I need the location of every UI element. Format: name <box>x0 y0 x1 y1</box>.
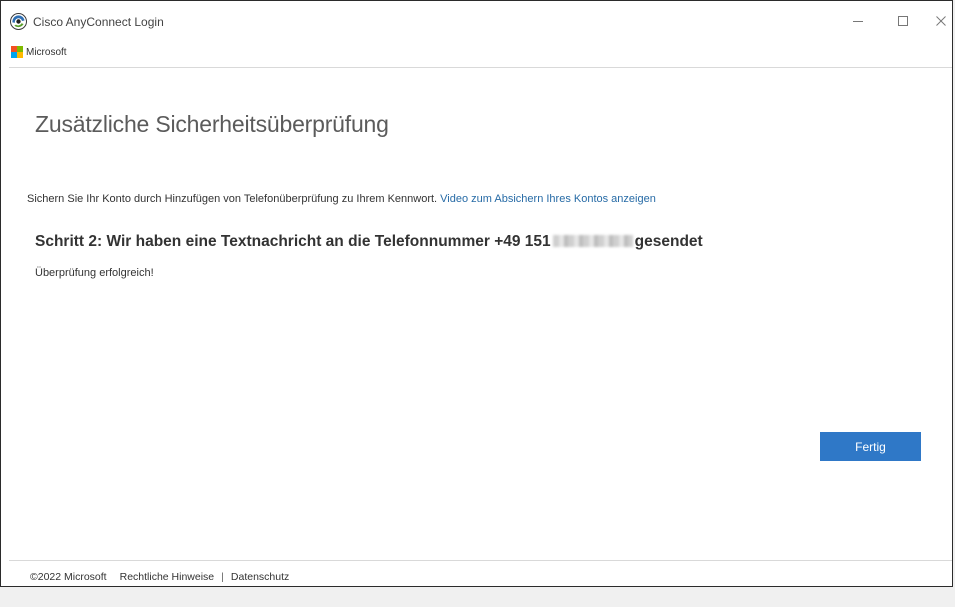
video-link[interactable]: Video zum Absichern Ihres Kontos anzeige… <box>440 193 656 205</box>
step-heading-prefix: Schritt 2: Wir haben eine Textnachricht … <box>35 233 551 250</box>
intro-description: Sichern Sie Ihr Konto durch Hinzufügen v… <box>27 193 438 205</box>
redacted-phone-number <box>552 235 633 247</box>
status-message: Überprüfung erfolgreich! <box>35 267 154 279</box>
header-divider <box>9 67 952 68</box>
login-window: Cisco AnyConnect Login Microsoft Zusätzl… <box>0 0 953 587</box>
done-button[interactable]: Fertig <box>820 432 921 461</box>
microsoft-brand: Microsoft <box>11 46 67 58</box>
cisco-anyconnect-icon <box>10 13 27 30</box>
footer: ©2022 Microsoft Rechtliche Hinweise | Daten… <box>30 571 289 583</box>
page-title: Zusätzliche Sicherheitsüberprüfung <box>35 111 389 137</box>
title-bar[interactable]: Cisco AnyConnect Login <box>1 1 952 41</box>
close-button[interactable] <box>926 9 955 33</box>
brand-name: Microsoft <box>26 46 67 58</box>
step-heading: Schritt 2: Wir haben eine Textnachricht … <box>35 233 703 251</box>
footer-separator: | <box>221 571 224 583</box>
step-heading-suffix: gesendet <box>634 233 703 250</box>
close-icon <box>936 16 946 26</box>
window-title: Cisco AnyConnect Login <box>33 15 164 29</box>
minimize-icon <box>853 21 863 22</box>
copyright: ©2022 Microsoft <box>30 571 107 583</box>
minimize-button[interactable] <box>843 9 873 33</box>
privacy-link[interactable]: Datenschutz <box>231 571 289 583</box>
maximize-button[interactable] <box>888 9 918 33</box>
footer-divider <box>9 560 952 561</box>
legal-link[interactable]: Rechtliche Hinweise <box>120 571 215 583</box>
intro-text: Sichern Sie Ihr Konto durch Hinzufügen v… <box>27 193 656 205</box>
microsoft-logo-icon <box>11 46 23 58</box>
maximize-icon <box>898 16 908 26</box>
